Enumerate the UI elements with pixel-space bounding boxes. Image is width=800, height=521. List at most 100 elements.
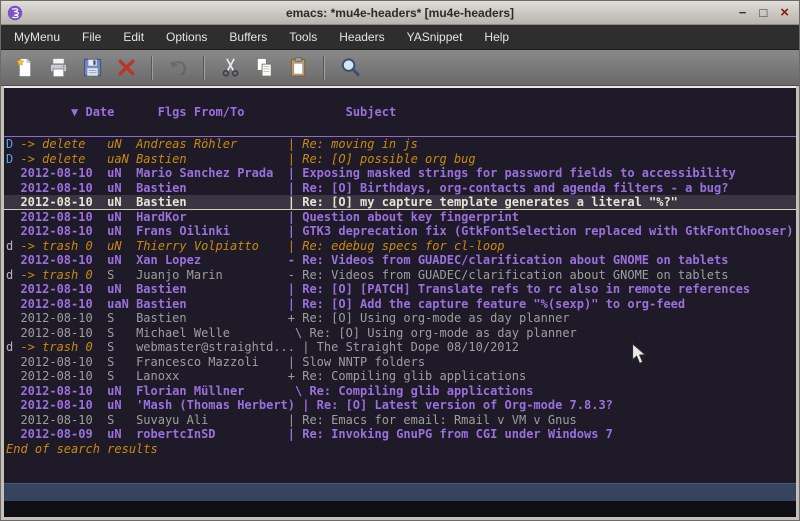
save-button[interactable] [77,53,107,83]
cut-button[interactable] [215,53,245,83]
flags-column[interactable]: Flgs [158,105,187,119]
paste-icon [287,56,310,79]
message-flags: uN [107,166,136,180]
minimize-button[interactable]: − [739,5,747,21]
message-row[interactable]: 2012-08-10 S Michael Welle \ Re: [O] Usi… [4,326,796,341]
message-from: 'Mash (Thomas Herbert) [136,398,302,412]
message-flags: S [107,340,136,354]
copy-icon [253,56,276,79]
close-button[interactable]: × [780,5,789,21]
message-row[interactable]: D -> delete uaN Bastien | Re: [O] possib… [4,152,796,167]
message-list: D -> delete uN Andreas Röhler | Re: movi… [4,137,796,442]
menu-item-headers[interactable]: Headers [328,25,395,49]
new-file-icon [13,56,36,79]
mu4e-headers-buffer[interactable]: ▼ Date Flgs From/To Subject D -> delete … [4,88,796,483]
print-button[interactable] [43,53,73,83]
headers-column-header[interactable]: ▼ Date Flgs From/To Subject [4,88,796,137]
message-mark [6,369,20,383]
message-flags: S [107,369,136,383]
message-date: -> trash 0 [20,268,107,282]
header-gap [244,105,345,119]
maximize-button[interactable]: □ [759,5,767,21]
echo-area[interactable] [4,501,796,517]
menu-item-file[interactable]: File [71,25,112,49]
message-row[interactable]: 2012-08-10 uN Mario Sanchez Prada | Expo… [4,166,796,181]
search-button[interactable] [335,53,365,83]
message-date: 2012-08-10 [20,413,107,427]
message-mark [6,427,20,441]
message-subject: \ Re: [O] Using org-mode as day planner [288,326,577,340]
menu-bar: MyMenu File Edit Options Buffers Tools H… [1,25,799,50]
end-of-results: End of search results [4,442,796,457]
menu-item-edit[interactable]: Edit [112,25,155,49]
tool-bar [1,50,799,86]
message-row[interactable]: 2012-08-10 S Suvayu Ali | Re: Emacs for … [4,413,796,428]
menu-item-tools[interactable]: Tools [278,25,328,49]
message-from: Bastien [136,195,288,209]
message-row[interactable]: d -> trash 0 S Juanjo Marin - Re: Videos… [4,268,796,283]
message-date: 2012-08-10 [20,297,107,311]
message-flags: uaN [107,297,136,311]
title-bar[interactable]: emacs: *mu4e-headers* [mu4e-headers] − □… [1,1,799,25]
message-row[interactable]: 2012-08-10 uN Frans Oilinki | GTK3 depre… [4,224,796,239]
message-row[interactable]: 2012-08-10 S Francesco Mazzoli | Slow NN… [4,355,796,370]
message-from: Juanjo Marin [136,268,288,282]
paste-button[interactable] [283,53,313,83]
header-gap [187,105,194,119]
message-mark: D [6,152,20,166]
message-subject: | Re: [O] possible org bug [288,152,476,166]
message-row[interactable]: 2012-08-10 uN 'Mash (Thomas Herbert) | R… [4,398,796,413]
message-date: 2012-08-10 [20,311,107,325]
message-row[interactable]: 2012-08-09 uN robertcInSD | Re: Invoking… [4,427,796,442]
message-row[interactable]: 2012-08-10 S Lanoxx + Re: Compiling glib… [4,369,796,384]
message-subject: - Re: Videos from GUADEC/clarification a… [288,253,729,267]
message-date: 2012-08-10 [20,326,107,340]
message-date: 2012-08-09 [20,427,107,441]
new-file-button[interactable] [9,53,39,83]
message-from: Francesco Mazzoli [136,355,288,369]
message-row[interactable]: 2012-08-10 uN Florian Müllner \ Re: Comp… [4,384,796,399]
message-row[interactable]: 2012-08-10 uN Bastien | Re: [O] my captu… [4,195,796,210]
message-row[interactable]: d -> trash 0 uN Thierry Volpiatto | Re: … [4,239,796,254]
message-row[interactable]: 2012-08-10 uN Bastien | Re: [O] [PATCH] … [4,282,796,297]
message-mark [6,195,20,209]
message-row[interactable]: 2012-08-10 uN Bastien | Re: [O] Birthday… [4,181,796,196]
message-from: Bastien [136,282,288,296]
menu-item-buffers[interactable]: Buffers [218,25,278,49]
from-to-column[interactable]: From/To [194,105,245,119]
message-subject: | Re: [O] [PATCH] Translate refs to rc a… [288,282,750,296]
print-icon [47,56,70,79]
message-subject: \ Re: Compiling glib applications [288,384,534,398]
message-from: Bastien [136,181,288,195]
message-mark: d [6,340,20,354]
emacs-frame: ▼ Date Flgs From/To Subject D -> delete … [4,86,796,517]
mode-line[interactable]: *mu4e-headers* ( 5, 0) [All/2.0k] [mu4e-… [4,483,796,501]
message-mark [6,413,20,427]
message-date: 2012-08-10 [20,384,107,398]
undo-button[interactable] [163,53,193,83]
message-subject: | Slow NNTP folders [288,355,425,369]
emacs-window: emacs: *mu4e-headers* [mu4e-headers] − □… [0,0,800,521]
menu-item-yasnippet[interactable]: YASnippet [396,25,474,49]
message-row[interactable]: 2012-08-10 S Bastien + Re: [O] Using org… [4,311,796,326]
message-row[interactable]: d -> trash 0 S webmaster@straightd... | … [4,340,796,355]
message-row[interactable]: 2012-08-10 uN Xan Lopez - Re: Videos fro… [4,253,796,268]
menu-item-help[interactable]: Help [473,25,520,49]
message-from: Thierry Volpiatto [136,239,288,253]
toolbar-separator [203,56,205,80]
message-subject: | Re: [O] my capture template generates … [288,195,678,209]
copy-button[interactable] [249,53,279,83]
message-row[interactable]: 2012-08-10 uaN Bastien | Re: [O] Add the… [4,297,796,312]
message-date: 2012-08-10 [20,282,107,296]
close-buffer-button[interactable] [111,53,141,83]
menu-item-options[interactable]: Options [155,25,218,49]
subject-column[interactable]: Subject [346,105,397,119]
message-mark: d [6,239,20,253]
message-subject: + Re: [O] Using org-mode as day planner [288,311,570,325]
message-row[interactable]: 2012-08-10 uN HardKor | Question about k… [4,210,796,225]
message-from: Bastien [136,297,288,311]
message-row[interactable]: D -> delete uN Andreas Röhler | Re: movi… [4,137,796,152]
menu-item-mymenu[interactable]: MyMenu [3,25,71,49]
message-flags: uN [107,137,136,151]
sort-date-column[interactable]: ▼ Date [64,105,115,119]
